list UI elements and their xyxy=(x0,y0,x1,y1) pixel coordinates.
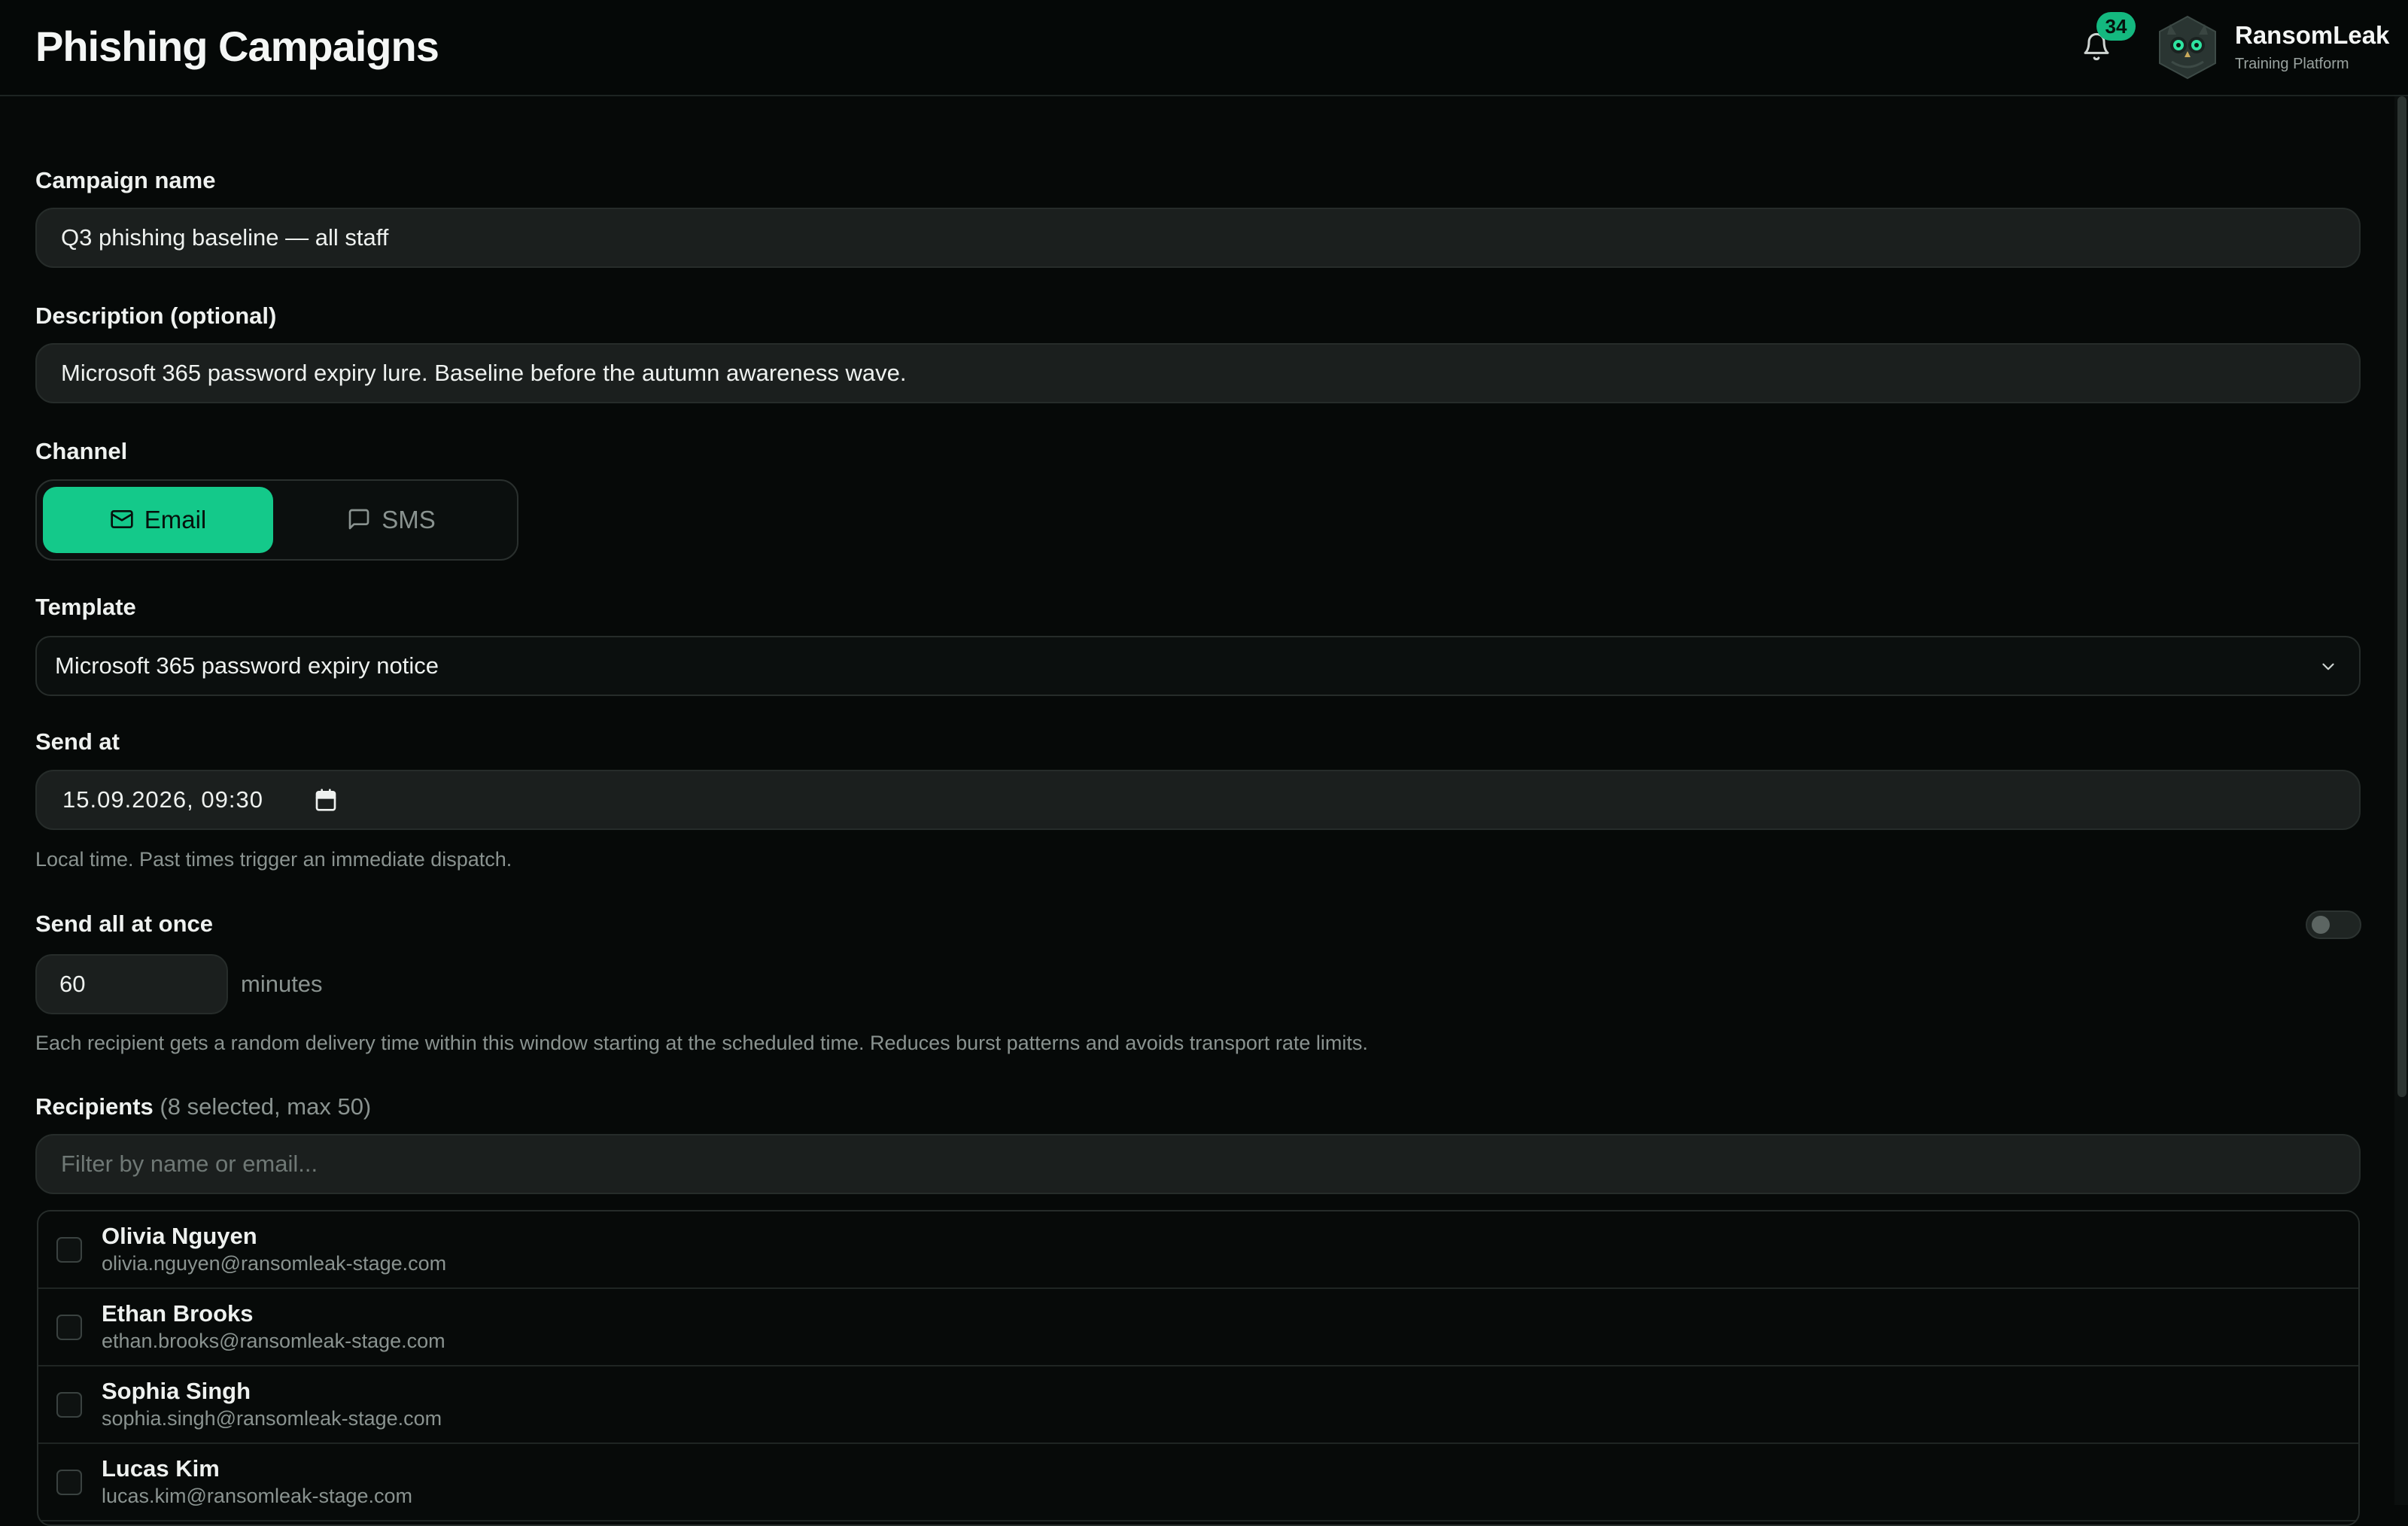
recipient-name: Olivia Nguyen xyxy=(102,1223,257,1249)
recipient-name: Sophia Singh xyxy=(102,1378,251,1404)
description-input[interactable]: Microsoft 365 password expiry lure. Base… xyxy=(35,343,2361,403)
toggle-knob xyxy=(2312,916,2330,934)
recipients-label-text: Recipients xyxy=(35,1093,154,1120)
message-icon xyxy=(348,509,369,530)
calendar-icon[interactable] xyxy=(314,788,338,812)
send-at-label: Send at xyxy=(35,728,120,755)
recipients-label: Recipients (8 selected, max 50) xyxy=(35,1092,371,1122)
channel-email-label: Email xyxy=(144,506,207,533)
recipient-filter-input[interactable]: Filter by name or email... xyxy=(35,1134,2361,1194)
owl-logo-avatar[interactable] xyxy=(2154,14,2221,81)
channel-toggle-group: Email SMS xyxy=(35,479,518,561)
recipient-row[interactable]: Lucas Kim lucas.kim@ransomleak-stage.com xyxy=(38,1444,2358,1521)
recipient-checkbox[interactable] xyxy=(56,1470,82,1495)
scrollbar-thumb[interactable] xyxy=(2397,96,2406,1097)
recipient-list: Olivia Nguyen olivia.nguyen@ransomleak-s… xyxy=(37,1210,2360,1526)
delivery-window-hint: Each recipient gets a random delivery ti… xyxy=(35,1032,1368,1054)
recipient-name: Lucas Kim xyxy=(102,1455,220,1482)
send-all-at-once-toggle[interactable] xyxy=(2306,910,2361,939)
recipient-checkbox[interactable] xyxy=(56,1237,82,1263)
template-select[interactable]: Microsoft 365 password expiry notice xyxy=(35,636,2361,696)
campaign-name-input[interactable]: Q3 phishing baseline — all staff xyxy=(35,208,2361,268)
brand-name: RansomLeak xyxy=(2235,21,2390,49)
description-label: Description (optional) xyxy=(35,302,277,329)
chevron-down-icon xyxy=(2322,663,2334,670)
recipient-name: Ethan Brooks xyxy=(102,1300,254,1327)
recipient-checkbox[interactable] xyxy=(56,1315,82,1340)
send-all-at-once-label: Send all at once xyxy=(35,910,214,937)
template-label: Template xyxy=(35,594,136,620)
delivery-window-unit: minutes xyxy=(241,971,323,997)
brand-subtitle: Training Platform xyxy=(2235,56,2349,72)
notification-badge: 34 xyxy=(2096,12,2136,41)
send-at-input[interactable]: 15.09.2026, 09:30 xyxy=(35,770,2361,830)
send-at-value: 15.09.2026, 09:30 xyxy=(62,786,263,813)
recipient-row[interactable]: Ethan Brooks ethan.brooks@ransomleak-sta… xyxy=(38,1289,2358,1366)
page-title: Phishing Campaigns xyxy=(35,23,439,70)
campaign-name-label: Campaign name xyxy=(35,167,216,193)
recipient-email: sophia.singh@ransomleak-stage.com xyxy=(102,1407,442,1430)
recipient-row[interactable]: Sophia Singh sophia.singh@ransomleak-sta… xyxy=(38,1366,2358,1444)
recipient-row[interactable]: Olivia Nguyen olivia.nguyen@ransomleak-s… xyxy=(38,1211,2358,1289)
recipients-count: (8 selected, max 50) xyxy=(160,1093,372,1120)
template-select-value: Microsoft 365 password expiry notice xyxy=(55,652,439,679)
recipient-email: olivia.nguyen@ransomleak-stage.com xyxy=(102,1252,447,1275)
recipient-checkbox[interactable] xyxy=(56,1392,82,1418)
delivery-window-input[interactable]: 60 xyxy=(35,954,228,1014)
channel-email-button[interactable]: Email xyxy=(43,487,273,553)
top-bar: Phishing Campaigns 34 RansomLeak Trainin… xyxy=(0,0,2408,96)
channel-sms-label: SMS xyxy=(382,506,436,533)
channel-label: Channel xyxy=(35,438,128,464)
mail-icon xyxy=(111,510,133,529)
channel-sms-button[interactable]: SMS xyxy=(276,487,506,553)
send-at-hint: Local time. Past times trigger an immedi… xyxy=(35,848,512,871)
recipient-email: ethan.brooks@ransomleak-stage.com xyxy=(102,1330,445,1352)
